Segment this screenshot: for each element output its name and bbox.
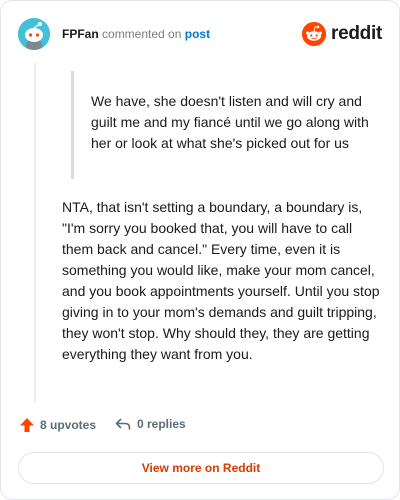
thread-line: [34, 63, 36, 403]
post-link[interactable]: post: [185, 27, 210, 41]
reddit-logo[interactable]: reddit: [302, 21, 382, 47]
comment-header: FPFan commented on post reddit: [18, 17, 382, 51]
avatar[interactable]: [18, 18, 50, 50]
reddit-wordmark: reddit: [331, 23, 382, 44]
reddit-snoo-icon: [302, 22, 327, 46]
commented-on-text: commented on: [102, 27, 182, 41]
username-link[interactable]: FPFan: [62, 27, 99, 41]
comment-embed-card: FPFan commented on post reddit We have, …: [0, 0, 400, 500]
upvote-button[interactable]: 8 upvotes: [19, 417, 96, 433]
reply-icon: [115, 418, 131, 430]
upvote-count: 8 upvotes: [40, 418, 97, 432]
quoted-text: We have, she doesn't listen and will cry…: [91, 93, 369, 151]
comment-actions: 8 upvotes 0 replies: [19, 415, 269, 439]
commenter-line: FPFan commented on post: [62, 27, 210, 41]
quote-bar: [71, 71, 74, 179]
upvote-arrow-icon: [20, 418, 34, 432]
reply-count: 0 replies: [137, 417, 186, 431]
view-more-button[interactable]: View more on Reddit: [18, 452, 384, 484]
comment-body: NTA, that isn't setting a boundary, a bo…: [62, 199, 380, 362]
replies-button[interactable]: 0 replies: [115, 417, 186, 431]
snoo-avatar-icon: [18, 18, 50, 50]
